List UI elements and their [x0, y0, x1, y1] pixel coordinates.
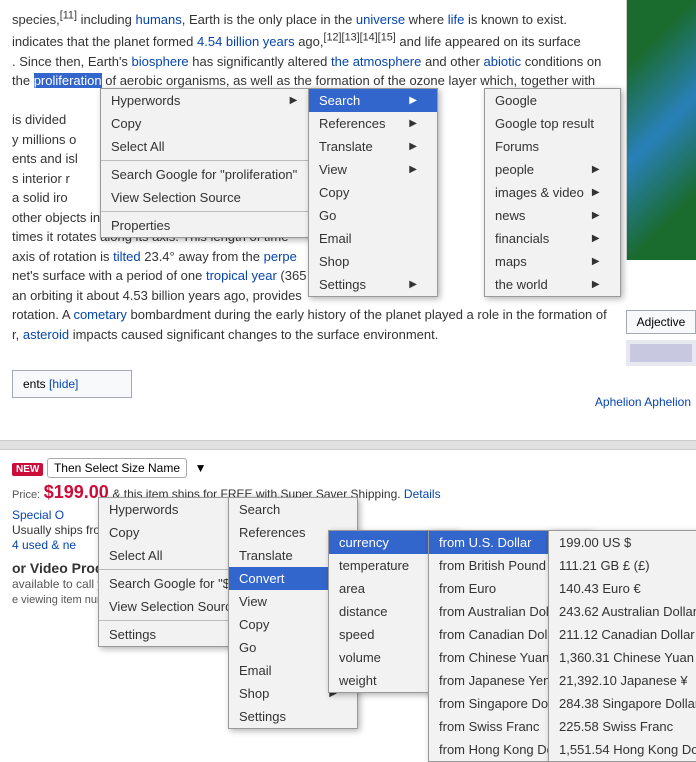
arrow-icon: ▶: [592, 233, 600, 244]
result-eur: 140.43 Euro €: [549, 577, 696, 600]
menu-item-view-source[interactable]: View Selection Source: [101, 186, 317, 209]
wiki-line: rotation. A cometary bombardment during …: [12, 305, 684, 325]
menu-item-maps[interactable]: maps ▶: [485, 250, 620, 273]
menu-item-google[interactable]: Google: [485, 89, 620, 112]
wiki-line: r, asteroid impacts caused significant c…: [12, 325, 684, 345]
menu-item-images-video[interactable]: images & video ▶: [485, 181, 620, 204]
separator: [101, 211, 317, 212]
menu-item-selectall[interactable]: Select All: [101, 135, 317, 158]
result-gbp: 111.21 GB £ (£): [549, 554, 696, 577]
menu-item-email[interactable]: Email: [309, 227, 437, 250]
contents-box: ents [hide]: [12, 370, 132, 398]
aphelion-text: Aphelion: [644, 395, 691, 409]
menu-item-references[interactable]: References ▶: [309, 112, 437, 135]
menu-item-search-b2[interactable]: Search: [229, 498, 357, 521]
contents-hide-link[interactable]: [hide]: [49, 377, 78, 391]
earth-image: [626, 0, 696, 260]
menu-item-settings-b2[interactable]: Settings: [229, 705, 357, 728]
price-label: Price:: [12, 489, 40, 501]
menu-item-the-world[interactable]: the world ▶: [485, 273, 620, 296]
menu-item-hyperwords[interactable]: Hyperwords ▶: [101, 89, 317, 112]
arrow-icon: ▶: [409, 279, 417, 290]
arrow-icon: ▶: [290, 95, 298, 106]
arrow-icon: ▶: [409, 141, 417, 152]
menu-item-shop[interactable]: Shop: [309, 250, 437, 273]
wiki-text: species,[11] including humans, Earth is …: [12, 12, 567, 27]
special-link[interactable]: Special O: [12, 508, 64, 522]
contents-label: ents: [23, 377, 49, 391]
used-link[interactable]: 4 used & ne: [12, 538, 76, 552]
menu-item-view[interactable]: View ▶: [309, 158, 437, 181]
menu-item-properties[interactable]: Properties: [101, 214, 317, 237]
menu-item-people[interactable]: people ▶: [485, 158, 620, 181]
context-menu-main-top: Hyperwords ▶ Copy Select All Search Goog…: [100, 88, 318, 238]
aphelion-label[interactable]: Aphelion Aphelion: [595, 395, 691, 409]
menu-item-google-top[interactable]: Google top result: [485, 112, 620, 135]
context-menu-search: Search ▶ References ▶ Translate ▶ View ▶…: [308, 88, 438, 297]
result-aud: 243.62 Australian Dollar: [549, 600, 696, 623]
size-select[interactable]: Then Select Size Name: [47, 458, 187, 478]
arrow-icon: ▶: [592, 210, 600, 221]
new-badge: NEW: [12, 463, 43, 476]
menu-item-news[interactable]: news ▶: [485, 204, 620, 227]
result-usd: 199.00 US $: [549, 531, 696, 554]
wiki-text3: . Since then, Earth's biosphere has sign…: [12, 54, 601, 69]
result-chf: 225.58 Swiss Franc: [549, 715, 696, 738]
menu-item-search[interactable]: Search ▶: [309, 89, 437, 112]
separator: [101, 160, 317, 161]
context-menu-usdollar-results: 199.00 US $ 111.21 GB £ (£) 140.43 Euro …: [548, 530, 696, 762]
result-cny: 1,360.31 Chinese Yuan: [549, 646, 696, 669]
adjective-value: [626, 340, 696, 366]
menu-item-financials[interactable]: financials ▶: [485, 227, 620, 250]
result-hkd: 1,551.54 Hong Kong Dollar: [549, 738, 696, 761]
wiki-text2: indicates that the planet formed 4.54 bi…: [12, 34, 581, 49]
details-link[interactable]: Details: [404, 487, 441, 501]
arrow-icon: ▶: [592, 187, 600, 198]
menu-item-search-google[interactable]: Search Google for "proliferation": [101, 163, 317, 186]
menu-item-go[interactable]: Go: [309, 204, 437, 227]
menu-item-forums[interactable]: Forums: [485, 135, 620, 158]
arrow-icon: ▶: [592, 164, 600, 175]
arrow-icon: ▶: [592, 279, 600, 290]
arrow-icon: ▶: [409, 164, 417, 175]
menu-item-settings[interactable]: Settings ▶: [309, 273, 437, 296]
arrow-icon: ▶: [592, 256, 600, 267]
menu-item-translate[interactable]: Translate ▶: [309, 135, 437, 158]
arrow-icon: ▶: [409, 95, 417, 106]
menu-item-copy2[interactable]: Copy: [309, 181, 437, 204]
section-divider: [0, 440, 696, 450]
context-menu-google: Google Google top result Forums people ▶…: [484, 88, 621, 297]
adjective-label: Adjective: [637, 315, 686, 329]
result-cad: 211.12 Canadian Dollar: [549, 623, 696, 646]
wiki-text4: the proliferation of aerobic organisms, …: [12, 73, 595, 88]
menu-item-copy[interactable]: Copy: [101, 112, 317, 135]
result-jpy: 21,392.10 Japanese ¥: [549, 669, 696, 692]
adjective-box: Adjective: [626, 310, 696, 334]
arrow-icon: ▶: [409, 118, 417, 129]
